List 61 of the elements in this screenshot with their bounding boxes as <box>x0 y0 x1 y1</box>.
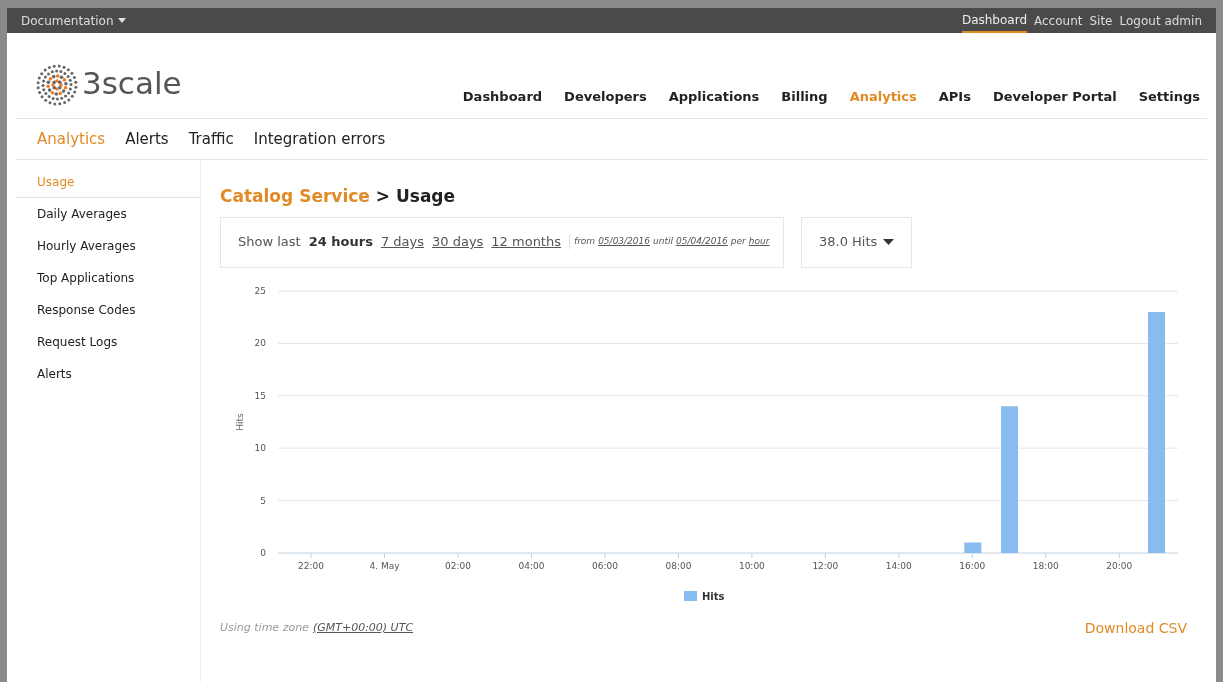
period-option[interactable]: 12 months <box>491 232 561 252</box>
subnav-tab[interactable]: Traffic <box>188 127 234 151</box>
top-bar-link[interactable]: Logout admin <box>1119 8 1202 33</box>
y-tick-label: 0 <box>260 547 266 558</box>
y-tick-label: 20 <box>254 337 266 348</box>
x-tick-label: 22:00 <box>298 560 325 571</box>
until-date-link[interactable]: 05/04/2016 <box>675 235 728 249</box>
nav-tab[interactable]: Developers <box>564 86 647 106</box>
sidebar-item[interactable]: Hourly Averages <box>16 230 200 262</box>
documentation-menu[interactable]: Documentation <box>21 11 126 30</box>
y-tick-label: 25 <box>254 285 266 296</box>
period-option[interactable]: 7 days <box>380 232 424 252</box>
top-bar-link[interactable]: Account <box>1034 8 1083 33</box>
per-label: per <box>730 235 746 249</box>
y-axis-title: Hits <box>235 412 245 431</box>
caret-icon <box>117 18 126 23</box>
y-tick-label: 10 <box>254 442 266 453</box>
x-tick-label: 10:00 <box>738 560 765 571</box>
y-tick-label: 5 <box>260 495 266 506</box>
x-tick-label: 20:00 <box>1106 560 1133 571</box>
period-option[interactable]: 24 hours <box>308 232 373 252</box>
logo-icon <box>36 64 78 106</box>
y-tick-label: 15 <box>254 390 266 401</box>
sidebar-item[interactable]: Response Codes <box>16 294 200 326</box>
bar <box>964 542 982 553</box>
period-label: Show last <box>238 233 301 252</box>
nav-tab[interactable]: Applications <box>668 86 760 106</box>
timezone-link[interactable]: (GMT+00:00) UTC <box>312 619 414 637</box>
subnav-tab[interactable]: Alerts <box>125 127 169 151</box>
x-tick-label: 18:00 <box>1032 560 1059 571</box>
x-tick-label: 04:00 <box>518 560 545 571</box>
legend-swatch <box>684 590 697 601</box>
x-tick-label: 16:00 <box>959 560 986 571</box>
nav-tab[interactable]: Dashboard <box>462 86 543 106</box>
timezone-label: Using time zone <box>220 619 309 636</box>
nav-tab[interactable]: Settings <box>1138 86 1200 106</box>
x-tick-label: 4. May <box>369 560 400 571</box>
top-bar-link[interactable]: Site <box>1089 8 1113 33</box>
sidebar-item[interactable]: Top Applications <box>16 262 200 294</box>
page-title: > Usage <box>375 185 456 208</box>
nav-tab[interactable]: Developer Portal <box>992 86 1117 106</box>
granularity-link[interactable]: hour <box>748 235 770 249</box>
subnav-tab[interactable]: Integration errors <box>253 127 386 151</box>
sidebar-item[interactable]: Request Logs <box>16 326 200 358</box>
nav-tab[interactable]: Billing <box>781 86 828 106</box>
until-label: until <box>653 235 673 249</box>
logo-text: 3scale <box>82 67 182 99</box>
period-option[interactable]: 30 days <box>432 232 484 252</box>
from-date-link[interactable]: 05/03/2016 <box>598 235 650 249</box>
x-tick-label: 08:00 <box>665 560 692 571</box>
caret-icon <box>883 239 895 245</box>
sidebar-item[interactable]: Alerts <box>16 358 200 390</box>
metric-dropdown[interactable]: 38.0 Hits <box>801 216 912 268</box>
sidebar-item[interactable]: Daily Averages <box>16 198 200 230</box>
from-label: from <box>574 235 596 249</box>
nav-tab[interactable]: APIs <box>938 86 971 106</box>
x-tick-label: 02:00 <box>445 560 471 571</box>
legend-label: Hits <box>702 590 725 602</box>
x-tick-label: 06:00 <box>591 560 618 571</box>
x-tick-label: 12:00 <box>812 560 839 571</box>
x-tick-label: 14:00 <box>885 560 912 571</box>
